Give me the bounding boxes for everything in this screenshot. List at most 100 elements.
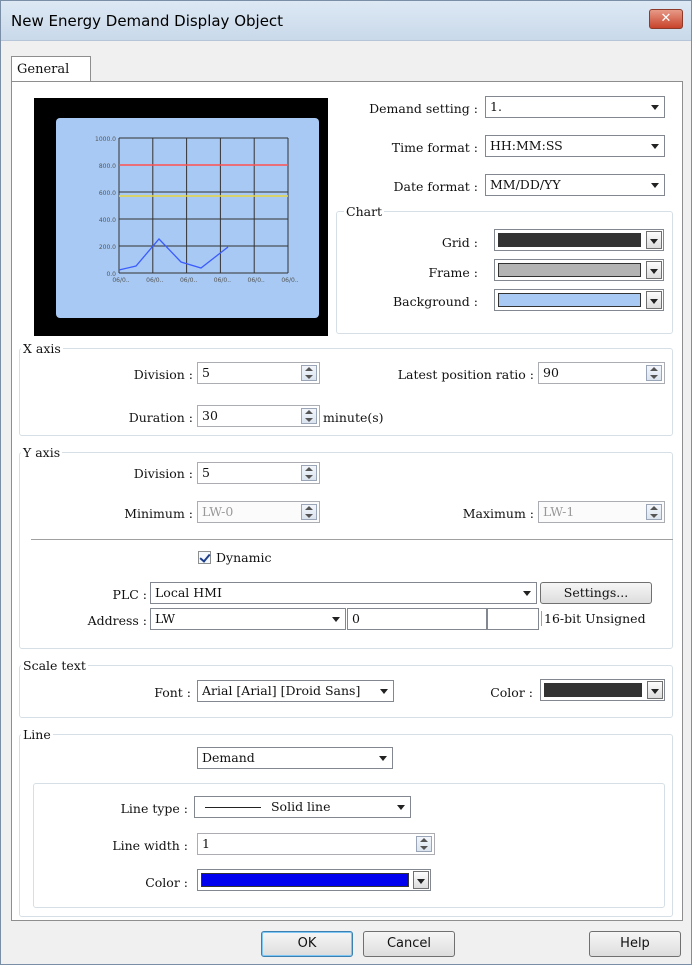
x-division-value: 5 (202, 365, 210, 380)
scale-color-swatch (544, 683, 642, 697)
frame-color-label: Frame : (428, 265, 478, 280)
latest-position-ratio-spinner[interactable]: 90 (538, 362, 665, 384)
scale-font-label: Font : (154, 685, 191, 700)
date-format-value: MM/DD/YY (490, 177, 561, 192)
minimum-label: Minimum : (124, 506, 193, 521)
spin-arrows-icon[interactable] (646, 365, 662, 381)
time-format-value: HH:MM:SS (490, 138, 563, 153)
scale-color-picker[interactable] (540, 679, 665, 701)
preview-x-tick-label: 06/0.. (112, 277, 129, 284)
address-index-field[interactable] (487, 608, 539, 630)
address-label: Address : (87, 613, 147, 628)
preview-demand-line (118, 238, 229, 271)
close-icon[interactable]: ✕ (649, 9, 683, 29)
window-title: New Energy Demand Display Object (11, 12, 284, 30)
frame-color-swatch (498, 263, 641, 277)
duration-spinner[interactable]: 30 (197, 405, 320, 427)
preview-y-tick-label: 1000.0 (95, 136, 116, 143)
address-input[interactable]: 0 (347, 608, 487, 630)
line-type-select[interactable]: Solid line (194, 796, 411, 818)
date-format-label: Date format : (393, 179, 478, 194)
chart-preview-area: 1000.0 800.0 600.0 400.0 200.0 0.0 06/0.. 06/0.… (56, 118, 319, 318)
duration-value: 30 (202, 408, 218, 423)
scale-font-select[interactable]: Arial [Arial] [Droid Sans] (197, 680, 394, 702)
address-type-value: LW (155, 611, 176, 626)
scale-text-group-label: Scale text (21, 658, 88, 673)
preview-y-tick-label: 200.0 (99, 244, 116, 251)
preview-y-tick-label: 600.0 (99, 190, 116, 197)
chevron-down-icon[interactable] (646, 261, 662, 279)
spin-arrows-icon[interactable] (646, 504, 662, 520)
ok-button[interactable]: OK (261, 931, 353, 957)
background-color-swatch (498, 293, 641, 307)
duration-unit: minute(s) (323, 410, 384, 425)
x-axis-group-label: X axis (21, 341, 63, 356)
preview-x-tick-label: 06/0.. (281, 277, 298, 284)
solid-line-icon (205, 807, 261, 808)
plc-settings-button[interactable]: Settings... (540, 582, 652, 604)
chevron-down-icon (651, 183, 659, 188)
chevron-down-icon (651, 144, 659, 149)
chart-group-label: Chart (344, 204, 385, 219)
help-button[interactable]: Help (589, 931, 681, 957)
grid-color-swatch (498, 233, 641, 247)
line-color-swatch (201, 873, 409, 887)
chevron-down-icon (379, 756, 387, 761)
y-division-label: Division : (133, 466, 193, 481)
chart-preview-svg: 1000.0800.0600.0400.0200.00.006/0.. 06/0.… (95, 136, 299, 284)
plc-value: Local HMI (155, 585, 222, 600)
minimum-spinner[interactable]: LW-0 (197, 501, 320, 523)
spin-arrows-icon[interactable] (301, 365, 317, 381)
maximum-spinner[interactable]: LW-1 (538, 501, 665, 523)
demand-setting-select[interactable]: 1. (485, 96, 665, 118)
background-color-picker[interactable] (494, 289, 664, 311)
maximum-label: Maximum : (462, 506, 534, 521)
preview-x-tick-label: 06/0.. (214, 277, 231, 284)
line-type-label: Line type : (120, 801, 188, 816)
y-division-spinner[interactable]: 5 (197, 462, 320, 484)
address-value: 0 (352, 611, 360, 626)
line-width-spinner[interactable]: 1 (197, 833, 435, 855)
preview-x-tick-label: 06/0.. (146, 277, 163, 284)
title-bar: New Energy Demand Display Object ✕ (1, 1, 691, 41)
x-division-spinner[interactable]: 5 (197, 362, 320, 384)
spin-arrows-icon[interactable] (301, 504, 317, 520)
grid-color-picker[interactable] (494, 229, 664, 251)
chevron-down-icon[interactable] (647, 681, 663, 699)
data-format-label: 16-bit Unsigned (541, 611, 646, 626)
line-selection-select[interactable]: Demand (197, 747, 393, 769)
dynamic-label: Dynamic (216, 550, 272, 565)
duration-label: Duration : (128, 410, 193, 425)
line-selection-value: Demand (202, 750, 255, 765)
chevron-down-icon[interactable] (646, 291, 662, 309)
demand-setting-label: Demand setting : (369, 101, 478, 116)
time-format-select[interactable]: HH:MM:SS (485, 135, 665, 157)
grid-color-label: Grid : (441, 235, 478, 250)
tab-general[interactable]: General (11, 56, 91, 82)
chevron-down-icon[interactable] (646, 231, 662, 249)
chevron-down-icon (523, 591, 531, 596)
chevron-down-icon (380, 689, 388, 694)
plc-select[interactable]: Local HMI (150, 582, 537, 604)
cancel-button[interactable]: Cancel (363, 931, 455, 957)
preview-y-tick-label: 400.0 (99, 217, 116, 224)
minimum-value: LW-0 (202, 504, 234, 519)
address-type-select[interactable]: LW (150, 608, 346, 630)
spin-arrows-icon[interactable] (301, 408, 317, 424)
maximum-value: LW-1 (543, 504, 575, 519)
spin-arrows-icon[interactable] (301, 465, 317, 481)
line-type-value: Solid line (270, 799, 331, 814)
spin-arrows-icon[interactable] (416, 836, 432, 852)
frame-color-picker[interactable] (494, 259, 664, 281)
chevron-down-icon[interactable] (413, 871, 429, 889)
line-color-picker[interactable] (197, 869, 431, 891)
plc-label: PLC : (112, 587, 147, 602)
date-format-select[interactable]: MM/DD/YY (485, 174, 665, 196)
line-width-label: Line width : (112, 838, 188, 853)
dynamic-checkbox[interactable] (198, 551, 211, 564)
scale-font-value: Arial [Arial] [Droid Sans] (202, 683, 361, 698)
line-group-label: Line (21, 727, 53, 742)
preview-x-tick-label: 06/0.. (180, 277, 197, 284)
demand-setting-value: 1. (490, 99, 502, 114)
divider (31, 539, 673, 540)
